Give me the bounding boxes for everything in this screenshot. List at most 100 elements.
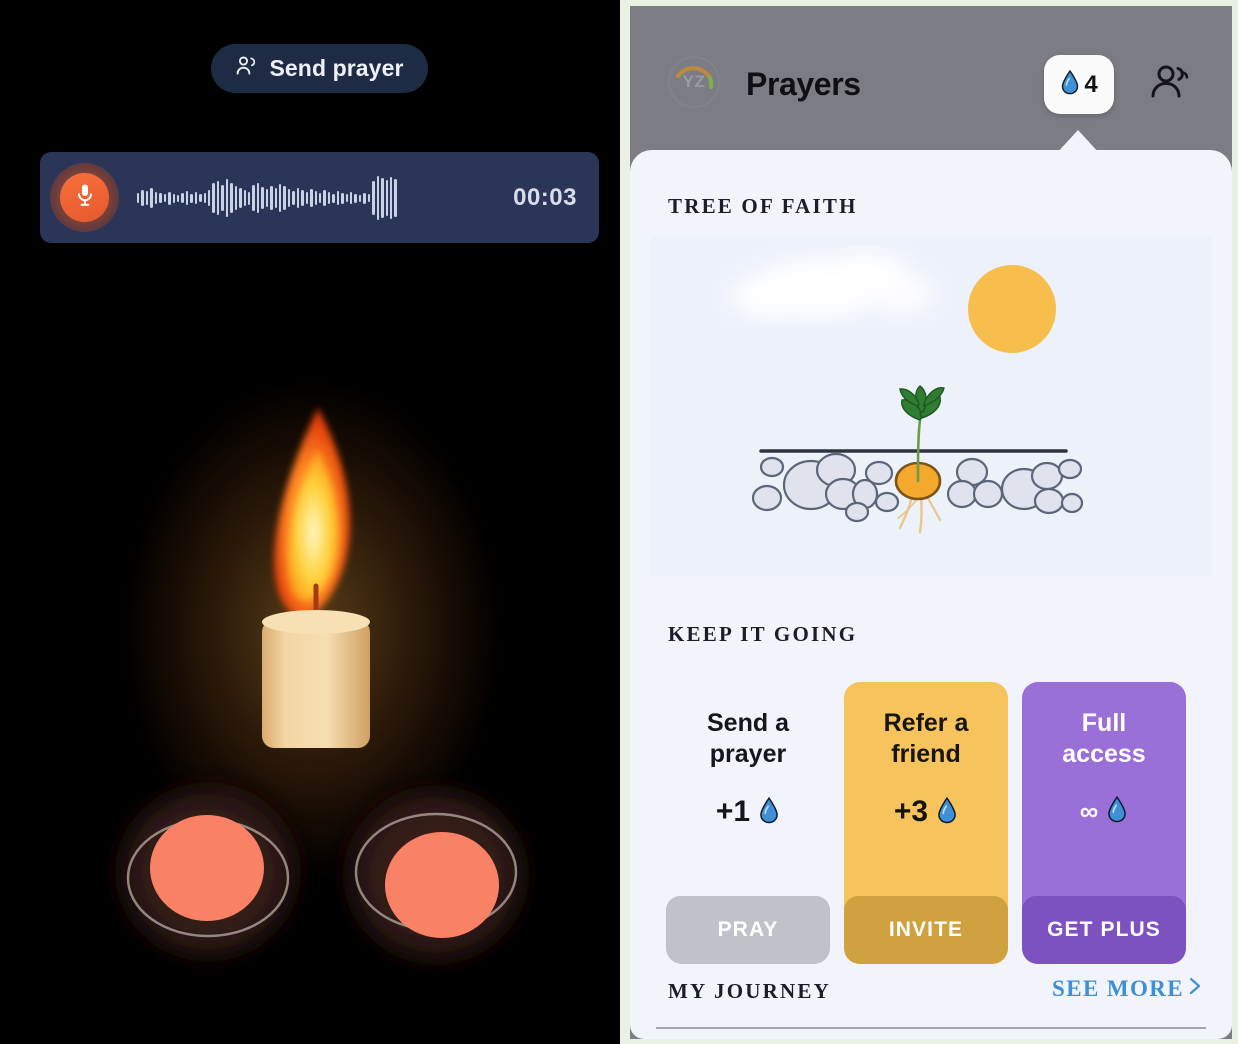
waveform-bar bbox=[376, 176, 380, 220]
waveform-bar bbox=[234, 186, 238, 210]
waveform-bar bbox=[208, 190, 211, 206]
waveform-bar bbox=[203, 193, 206, 203]
waveform-bar bbox=[279, 184, 282, 212]
my-journey-row: MY JOURNEY SEE MORE bbox=[630, 973, 1232, 1029]
card-title: Full access bbox=[1062, 709, 1146, 768]
waveform-bar bbox=[225, 179, 229, 217]
keep-it-going-cards: Send a prayer +1 PRAY Refer a friend +3 … bbox=[666, 682, 1190, 964]
section-label-keep-it-going: KEEP IT GOING bbox=[668, 622, 858, 646]
waveform-bar bbox=[181, 193, 184, 203]
waveform-bar bbox=[292, 191, 295, 205]
mic-record-button[interactable] bbox=[60, 173, 109, 222]
prayers-app-panel: YZ Prayers 4 TREE OF FAITH KEEP IT GOING… bbox=[630, 6, 1232, 1039]
waveform-bar bbox=[194, 192, 198, 204]
waveform-bar bbox=[185, 191, 189, 205]
card-reward-amount: +1 bbox=[715, 795, 751, 828]
waveform-bar bbox=[145, 191, 149, 205]
waveform-bar bbox=[239, 188, 242, 208]
sun-icon bbox=[968, 265, 1056, 353]
section-label-my-journey: MY JOURNEY bbox=[668, 979, 831, 1003]
waveform-bar bbox=[247, 191, 251, 205]
see-more-label: SEE MORE bbox=[1052, 976, 1184, 1001]
candle-illustration bbox=[0, 380, 620, 1044]
waveform-bar bbox=[199, 194, 202, 202]
chevron-right-icon bbox=[1188, 976, 1202, 1002]
voice-duration: 00:03 bbox=[513, 183, 577, 211]
waveform-bar bbox=[256, 183, 260, 213]
waveform-bar bbox=[154, 192, 158, 204]
candle-view: Send prayer 00:03 bbox=[0, 0, 620, 1044]
waveform-bar bbox=[283, 186, 286, 210]
people-icon bbox=[235, 55, 259, 82]
waveform-bar bbox=[354, 193, 357, 203]
waveform-bar bbox=[363, 192, 366, 204]
waveform-bar bbox=[341, 192, 344, 204]
waveform-bar bbox=[389, 177, 393, 219]
avatar-initials: YZ bbox=[682, 72, 706, 91]
invite-button[interactable]: INVITE bbox=[844, 896, 1008, 964]
card-reward: ∞ bbox=[1080, 795, 1129, 828]
waveform-bar bbox=[345, 194, 348, 202]
section-label-tree-of-faith: TREE OF FAITH bbox=[668, 194, 858, 218]
waveform-bar bbox=[372, 181, 375, 215]
waveform-bar bbox=[150, 188, 153, 208]
waveform-bar bbox=[287, 189, 291, 207]
send-prayer-button[interactable]: Send prayer bbox=[211, 44, 428, 93]
drops-badge[interactable]: 4 bbox=[1044, 55, 1114, 114]
screenshot-root: Send prayer 00:03 YZ Prayers 4 TREE OF F… bbox=[0, 0, 1238, 1044]
card-reward: +1 bbox=[716, 795, 780, 829]
voice-note-player[interactable]: 00:03 bbox=[40, 152, 599, 243]
waveform-bar bbox=[305, 192, 309, 204]
waveform-bar bbox=[310, 189, 313, 207]
waveform-bar bbox=[358, 194, 362, 202]
card-full-access[interactable]: Full access ∞ GET PLUS bbox=[1022, 682, 1186, 964]
avatar[interactable]: YZ bbox=[666, 54, 722, 110]
card-reward: +3 bbox=[894, 795, 958, 829]
waveform-bar bbox=[212, 183, 215, 213]
waveform-bar bbox=[137, 193, 140, 203]
pray-button[interactable]: PRAY bbox=[666, 896, 830, 964]
tree-of-faith-illustration[interactable] bbox=[650, 236, 1212, 576]
waveform-bar bbox=[261, 187, 264, 209]
waveform-bar bbox=[314, 191, 317, 205]
see-more-button[interactable]: SEE MORE bbox=[1052, 976, 1202, 1002]
waveform-bar bbox=[252, 185, 255, 211]
water-drop-icon bbox=[936, 796, 958, 829]
waveform-bar bbox=[367, 194, 371, 202]
send-prayer-label: Send prayer bbox=[269, 55, 404, 81]
waveform-bar bbox=[336, 191, 340, 205]
waveform-bar bbox=[327, 192, 331, 204]
water-drop-icon bbox=[1060, 69, 1080, 100]
app-header: YZ Prayers 4 bbox=[630, 6, 1232, 154]
waveform-bar bbox=[394, 179, 397, 217]
voice-waveform[interactable] bbox=[137, 174, 397, 222]
card-title: Send a prayer bbox=[707, 709, 789, 768]
waveform-bar bbox=[270, 186, 273, 210]
waveform-bar bbox=[159, 193, 162, 203]
waveform-bar bbox=[190, 193, 193, 203]
waveform-bar bbox=[168, 191, 171, 205]
waveform-bar bbox=[176, 194, 180, 202]
waveform-bar bbox=[243, 190, 246, 206]
friends-button[interactable] bbox=[1136, 55, 1206, 114]
card-reward-amount: +3 bbox=[893, 795, 929, 828]
waveform-bar bbox=[230, 183, 233, 213]
get-plus-button[interactable]: GET PLUS bbox=[1022, 896, 1186, 964]
water-drop-icon bbox=[1106, 795, 1128, 828]
waveform-bar bbox=[274, 188, 277, 208]
card-refer-a-friend[interactable]: Refer a friend +3 INVITE bbox=[844, 682, 1008, 964]
journey-divider bbox=[656, 1027, 1206, 1029]
waveform-bar bbox=[172, 193, 175, 203]
card-reward-amount: ∞ bbox=[1079, 796, 1099, 826]
prayers-sheet: TREE OF FAITH KEEP IT GOING Send a praye… bbox=[630, 150, 1232, 1039]
card-send-a-prayer[interactable]: Send a prayer +1 PRAY bbox=[666, 682, 830, 964]
waveform-bar bbox=[381, 178, 384, 218]
card-title: Refer a friend bbox=[883, 709, 969, 768]
waveform-bar bbox=[141, 190, 144, 206]
people-icon bbox=[1148, 63, 1194, 106]
waveform-bar bbox=[296, 188, 300, 208]
waveform-bar bbox=[350, 192, 353, 204]
waveform-bar bbox=[265, 189, 269, 207]
microphone-icon bbox=[75, 182, 95, 213]
drops-count: 4 bbox=[1084, 70, 1098, 98]
